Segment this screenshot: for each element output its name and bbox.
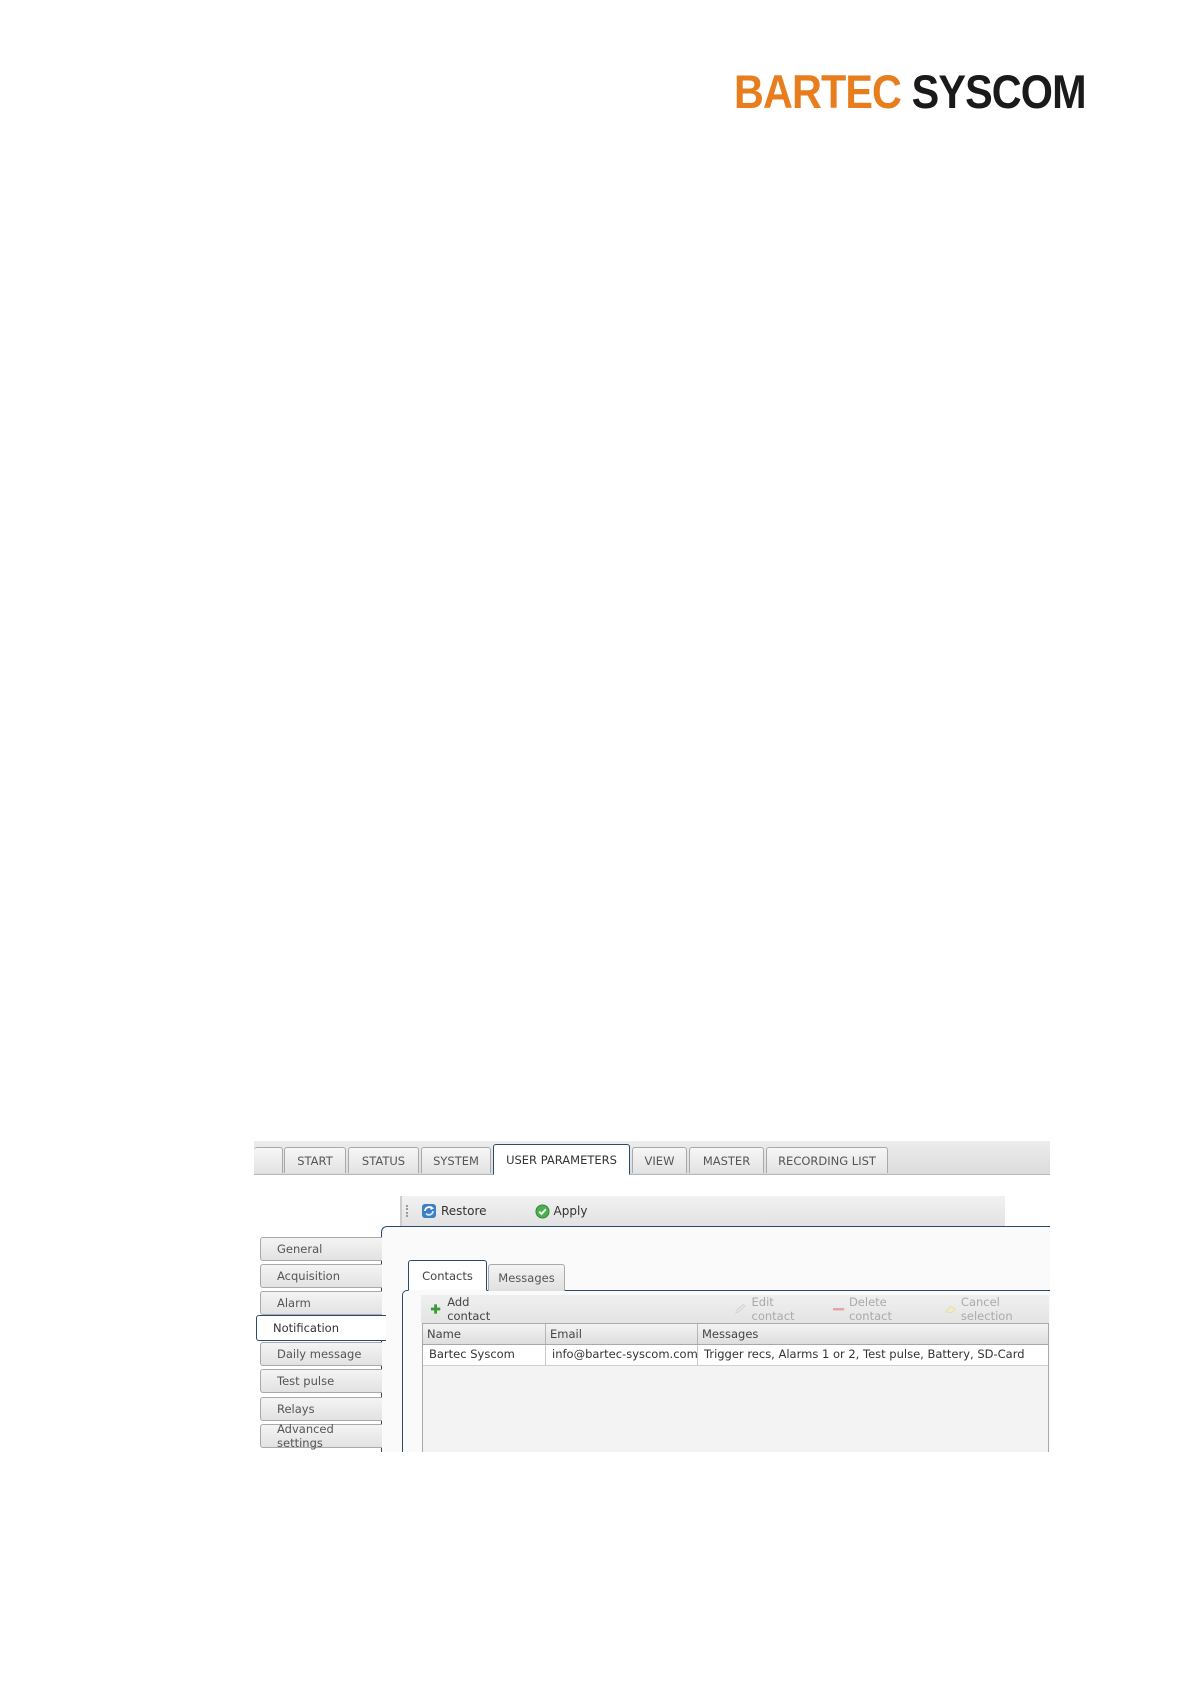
logo-part-syscom: SYSCOM [911, 65, 1087, 118]
delete-contact-button[interactable]: Delete contact [832, 1295, 928, 1323]
sidebar-item-notification[interactable]: Notification [256, 1315, 386, 1341]
pencil-icon [735, 1303, 747, 1314]
tab-spacer [254, 1147, 283, 1173]
restore-button[interactable]: Restore [421, 1203, 487, 1219]
tab-user-parameters[interactable]: USER PARAMETERS [493, 1144, 630, 1175]
column-header-email[interactable]: Email [546, 1324, 698, 1344]
tab-messages[interactable]: Messages [488, 1264, 565, 1291]
table-row[interactable]: Bartec Syscom info@bartec-syscom.com Tri… [423, 1345, 1048, 1366]
main-tab-bar: START STATUS SYSTEM USER PARAMETERS VIEW… [254, 1141, 1050, 1175]
tab-contacts[interactable]: Contacts [408, 1260, 487, 1291]
bartec-syscom-logo: BARTEC SYSCOM [734, 65, 1087, 118]
tab-start[interactable]: START [284, 1147, 346, 1173]
check-circle-icon [535, 1203, 550, 1219]
sidebar-item-general[interactable]: General [260, 1237, 382, 1261]
tab-system[interactable]: SYSTEM [421, 1147, 491, 1173]
grid-header: Name Email Messages [423, 1324, 1048, 1345]
cancel-selection-button[interactable]: Cancel selection [944, 1295, 1049, 1323]
logo-part-bartec: BARTEC [734, 65, 902, 118]
sidebar-item-alarm[interactable]: Alarm [260, 1291, 382, 1315]
action-toolbar: Restore Apply [400, 1196, 1005, 1226]
add-contact-button[interactable]: Add contact [430, 1295, 511, 1323]
minus-icon [832, 1308, 845, 1311]
sidebar-item-relays[interactable]: Relays [260, 1397, 382, 1421]
sidebar-item-acquisition[interactable]: Acquisition [260, 1264, 382, 1288]
tab-status[interactable]: STATUS [348, 1147, 419, 1173]
tab-master[interactable]: MASTER [689, 1147, 764, 1173]
apply-button[interactable]: Apply [535, 1203, 587, 1219]
toolbar-grip[interactable] [406, 1205, 411, 1217]
sidebar-item-test-pulse[interactable]: Test pulse [260, 1369, 382, 1393]
cell-name: Bartec Syscom [423, 1345, 546, 1365]
contacts-toolbar: Add contact Edit contact Delete contact … [421, 1295, 1049, 1323]
app-window: START STATUS SYSTEM USER PARAMETERS VIEW… [254, 1141, 1050, 1452]
refresh-icon [422, 1204, 436, 1218]
cell-email: info@bartec-syscom.com [546, 1345, 698, 1365]
eraser-icon [945, 1305, 956, 1314]
sidebar-item-daily-message[interactable]: Daily message [260, 1342, 382, 1366]
plus-icon [430, 1304, 441, 1314]
contacts-grid: Name Email Messages Bartec Syscom info@b… [422, 1323, 1049, 1452]
column-header-messages[interactable]: Messages [698, 1324, 1048, 1344]
sidebar-item-advanced-settings[interactable]: Advanced settings [260, 1422, 382, 1450]
tab-recording-list[interactable]: RECORDING LIST [766, 1147, 888, 1173]
cell-messages: Trigger recs, Alarms 1 or 2, Test pulse,… [704, 1347, 1025, 1361]
edit-contact-button[interactable]: Edit contact [734, 1295, 815, 1323]
column-header-name[interactable]: Name [423, 1324, 546, 1344]
tab-view[interactable]: VIEW [632, 1147, 687, 1173]
